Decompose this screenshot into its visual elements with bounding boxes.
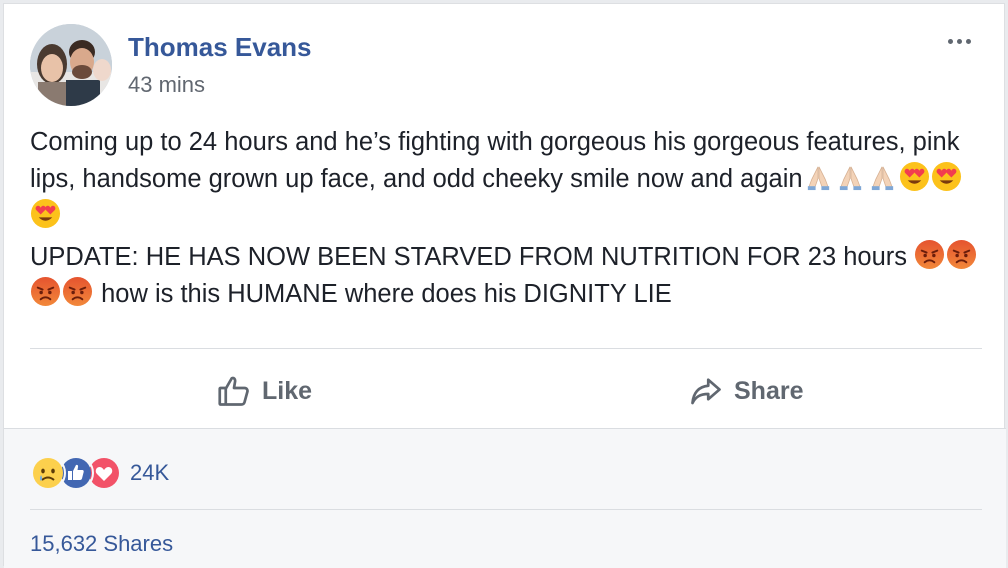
share-button[interactable]: Share bbox=[688, 366, 803, 416]
post-timestamp[interactable]: 43 mins bbox=[128, 72, 205, 98]
share-label: Share bbox=[734, 376, 804, 405]
like-label: Like bbox=[262, 376, 313, 405]
angry-face-emoji-icon bbox=[30, 276, 61, 307]
sad-reaction-icon bbox=[30, 455, 66, 491]
angry-face-emoji-icon bbox=[62, 276, 93, 307]
reaction-count[interactable]: 24K bbox=[130, 460, 169, 486]
share-arrow-icon bbox=[691, 378, 721, 405]
post-paragraph: UPDATE: HE HAS NOW BEEN STARVED FROM NUT… bbox=[30, 239, 980, 313]
angry-face-emoji-icon bbox=[946, 239, 977, 270]
shares-count-link[interactable]: 15,632 Shares bbox=[30, 531, 173, 557]
heart-eyes-emoji-icon bbox=[931, 161, 962, 192]
reactions-summary[interactable]: 24K bbox=[30, 455, 169, 491]
folded-hands-emoji-icon bbox=[835, 161, 866, 192]
heart-eyes-emoji-icon bbox=[899, 161, 930, 192]
more-options-icon[interactable] bbox=[940, 26, 980, 56]
stats-divider bbox=[30, 509, 982, 510]
like-button[interactable]: Like bbox=[216, 366, 312, 416]
post-text: UPDATE: HE HAS NOW BEEN STARVED FROM NUT… bbox=[30, 243, 908, 271]
angry-face-emoji-icon bbox=[914, 239, 945, 270]
author-name[interactable]: Thomas Evans bbox=[128, 32, 312, 63]
folded-hands-emoji-icon bbox=[803, 161, 834, 192]
post-stats: 24K 15,632 Shares bbox=[4, 428, 1006, 568]
post-body: Coming up to 24 hours and he’s fighting … bbox=[30, 124, 980, 313]
post-card: Thomas Evans 43 mins Coming up to 24 hou… bbox=[3, 3, 1006, 568]
folded-hands-emoji-icon bbox=[867, 161, 898, 192]
post-text: how is this HUMANE where does his DIGNIT… bbox=[101, 280, 672, 308]
thumbs-up-icon bbox=[218, 376, 249, 406]
post-paragraph: Coming up to 24 hours and he’s fighting … bbox=[30, 124, 980, 235]
heart-eyes-emoji-icon bbox=[30, 198, 61, 229]
author-avatar[interactable] bbox=[30, 24, 112, 106]
action-divider bbox=[30, 348, 982, 349]
